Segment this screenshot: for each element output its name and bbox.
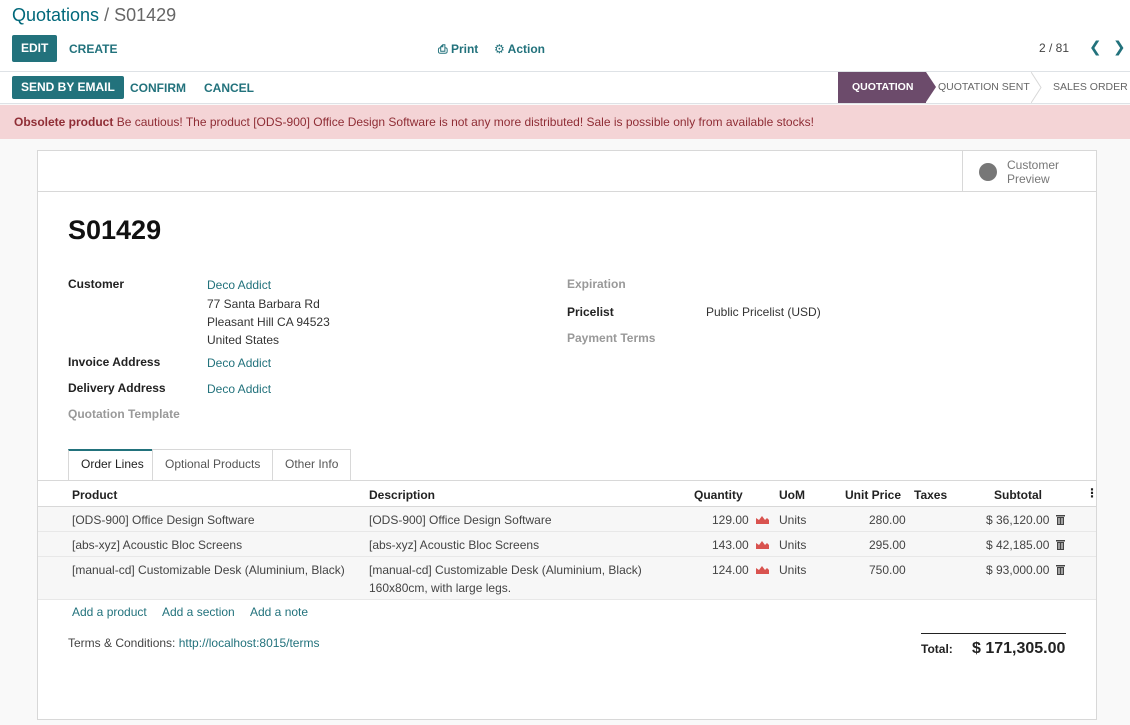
customer-link[interactable]: Deco Addict (207, 278, 271, 292)
print-label: Print (450, 42, 479, 56)
stage-sales-order[interactable]: SALES ORDER (1053, 72, 1128, 103)
row-product: [manual-cd] Customizable Desk (Aluminium… (72, 563, 345, 577)
customer-preview-button[interactable]: Customer Preview (962, 151, 1096, 191)
customer-address-line1: 77 Santa Barbara Rd (207, 297, 320, 311)
tab-optional-products[interactable]: Optional Products (152, 449, 274, 480)
trash-icon[interactable] (1056, 540, 1065, 550)
chevron-right-icon[interactable]: ❯ (1113, 38, 1126, 56)
total-divider (921, 633, 1066, 634)
stage-quotation[interactable]: QUOTATION (838, 72, 936, 103)
table-row[interactable]: [ODS-900] Office Design Software [ODS-90… (38, 507, 1096, 532)
row-uom: Units (779, 538, 807, 552)
total-value: $ 171,305.00 (972, 640, 1066, 657)
obsolete-product-alert: Obsolete product Be cautious! The produc… (0, 105, 1130, 139)
breadcrumb-current: S01429 (114, 5, 177, 25)
col-product[interactable]: Product (72, 488, 117, 502)
page-title: S01429 (68, 215, 162, 245)
row-unit-price: 750.00 (869, 563, 906, 577)
row-product: [ODS-900] Office Design Software (72, 513, 255, 527)
alert-title: Obsolete product (14, 115, 114, 129)
tab-other-info[interactable]: Other Info (272, 449, 352, 480)
form-sheet: Customer Preview S01429 Customer Deco Ad… (37, 150, 1098, 720)
customer-preview-line1: Customer (1007, 158, 1060, 172)
col-uom[interactable]: UoM (779, 488, 805, 502)
col-description[interactable]: Description (369, 488, 435, 502)
terms-and-conditions: Terms & Conditions: http://localhost:801… (68, 636, 319, 650)
customer-preview-line2: Preview (1007, 172, 1050, 186)
column-options-icon[interactable]: ⋮ (1086, 486, 1098, 500)
control-panel: Quotations / S01429 EDIT CREATE ⎙ Print … (0, 0, 1130, 72)
payment-terms-label: Payment Terms (567, 331, 656, 345)
action-button[interactable]: ⚙ Action (494, 42, 545, 56)
table-row[interactable]: [manual-cd] Customizable Desk (Aluminium… (38, 557, 1096, 600)
row-description-line2: 160x80cm, with large legs. (369, 581, 512, 595)
print-icon: ⎙ (438, 42, 448, 56)
quotation-template-label: Quotation Template (68, 407, 180, 421)
trash-icon[interactable] (1056, 565, 1065, 575)
gear-icon: ⚙ (494, 42, 505, 56)
forecast-chart-icon[interactable] (756, 540, 769, 549)
row-uom: Units (779, 513, 807, 527)
print-button[interactable]: ⎙ Print (438, 42, 478, 57)
delivery-address-label: Delivery Address (68, 381, 166, 395)
delivery-address-link[interactable]: Deco Addict (207, 382, 271, 396)
row-description: [manual-cd] Customizable Desk (Aluminium… (369, 563, 642, 577)
row-description: [ODS-900] Office Design Software (369, 513, 552, 527)
row-product: [abs-xyz] Acoustic Bloc Screens (72, 538, 243, 552)
confirm-button[interactable]: CONFIRM (130, 81, 186, 95)
col-taxes[interactable]: Taxes (914, 488, 947, 502)
create-button[interactable]: CREATE (69, 42, 117, 56)
row-unit-price: 280.00 (869, 513, 906, 527)
row-subtotal: $ 36,120.00 (986, 513, 1050, 527)
col-unit-price[interactable]: Unit Price (845, 488, 901, 502)
stage-quotation-sent[interactable]: QUOTATION SENT (938, 72, 1030, 103)
customer-label: Customer (68, 277, 125, 291)
alert-message: Be cautious! The product [ODS-900] Offic… (116, 115, 814, 129)
add-section-link[interactable]: Add a section (162, 605, 235, 619)
trash-icon[interactable] (1056, 515, 1065, 525)
total-label: Total: (921, 642, 953, 656)
cancel-button[interactable]: CANCEL (204, 81, 254, 95)
forecast-chart-icon[interactable] (756, 515, 769, 524)
order-lines-header: Product Description Quantity UoM Unit Pr… (38, 480, 1098, 507)
customer-address-line3: United States (207, 333, 280, 347)
pricelist-value[interactable]: Public Pricelist (USD) (706, 305, 821, 319)
globe-icon (979, 163, 997, 181)
col-subtotal[interactable]: Subtotal (994, 488, 1042, 502)
table-row[interactable]: [abs-xyz] Acoustic Bloc Screens [abs-xyz… (38, 532, 1096, 557)
row-unit-price: 295.00 (869, 538, 906, 552)
pager-value[interactable]: 2 / 81 (1039, 41, 1069, 55)
customer-address-line2: Pleasant Hill CA 94523 (207, 315, 330, 329)
status-bar: SEND BY EMAIL CONFIRM CANCEL QUOTATION Q… (0, 72, 1130, 104)
row-uom: Units (779, 563, 807, 577)
breadcrumb-quotations-link[interactable]: Quotations (12, 5, 99, 25)
chevron-left-icon[interactable]: ❮ (1089, 38, 1102, 56)
row-quantity: 129.00 (712, 513, 749, 527)
add-note-link[interactable]: Add a note (250, 605, 308, 619)
edit-button[interactable]: EDIT (12, 35, 58, 62)
expiration-label: Expiration (567, 277, 626, 291)
terms-link[interactable]: http://localhost:8015/terms (179, 636, 320, 650)
action-label: Action (507, 42, 545, 56)
row-subtotal: $ 93,000.00 (986, 563, 1050, 577)
breadcrumb-separator: / (104, 5, 110, 25)
row-quantity: 143.00 (712, 538, 749, 552)
stage-separator (1031, 72, 1042, 103)
invoice-address-link[interactable]: Deco Addict (207, 356, 271, 370)
row-description: [abs-xyz] Acoustic Bloc Screens (369, 538, 540, 552)
send-by-email-button[interactable]: SEND BY EMAIL (12, 76, 124, 99)
terms-label: Terms & Conditions: (68, 636, 176, 650)
breadcrumb: Quotations / S01429 (12, 5, 176, 26)
row-subtotal: $ 42,185.00 (986, 538, 1050, 552)
row-quantity: 124.00 (712, 563, 749, 577)
col-quantity[interactable]: Quantity (694, 488, 743, 502)
sheet-button-box: Customer Preview (38, 151, 1096, 192)
tab-order-lines[interactable]: Order Lines (68, 449, 157, 480)
forecast-chart-icon[interactable] (756, 565, 769, 574)
add-product-link[interactable]: Add a product (72, 605, 147, 619)
pricelist-label: Pricelist (567, 305, 614, 319)
invoice-address-label: Invoice Address (68, 355, 161, 369)
